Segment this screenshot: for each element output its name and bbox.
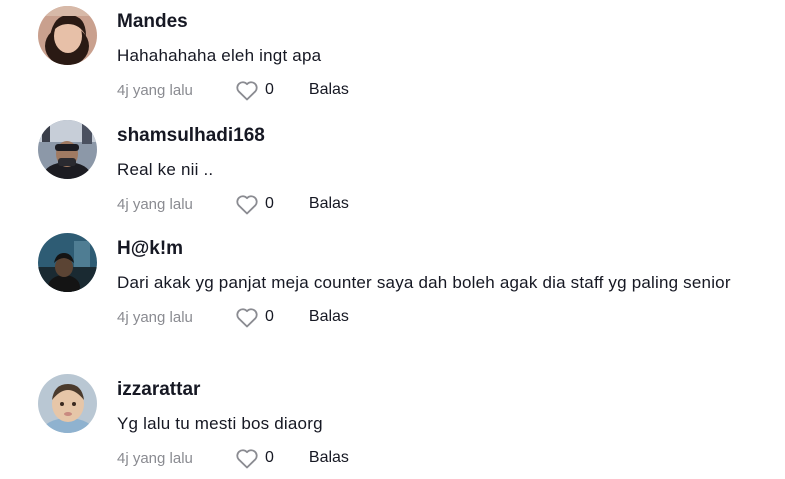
like-button[interactable]: 0: [235, 447, 274, 469]
like-count: 0: [265, 308, 274, 325]
avatar-image: [38, 233, 97, 292]
heart-icon[interactable]: [235, 306, 259, 328]
comment-username[interactable]: H@k!m: [117, 237, 767, 261]
avatar-image: [38, 374, 97, 433]
reply-button[interactable]: Balas: [309, 308, 349, 326]
like-button[interactable]: 0: [235, 193, 274, 215]
like-count: 0: [265, 195, 274, 212]
heart-icon[interactable]: [235, 79, 259, 101]
comment-text: Dari akak yg panjat meja counter saya da…: [117, 273, 731, 292]
avatar[interactable]: [38, 233, 97, 292]
comment-time: 4j yang lalu: [117, 195, 193, 213]
comment-meta: 4j yang lalu 0 Balas: [117, 444, 767, 472]
avatar[interactable]: [38, 374, 97, 433]
like-button[interactable]: 0: [235, 79, 274, 101]
avatar-image: [38, 120, 97, 179]
avatar[interactable]: [38, 6, 97, 65]
comment-meta: 4j yang lalu 0 Balas: [117, 190, 767, 218]
comment-time: 4j yang lalu: [117, 449, 193, 467]
comment-text: Hahahahaha eleh ingt apa: [117, 46, 322, 65]
avatar[interactable]: [38, 120, 97, 179]
like-count: 0: [265, 449, 274, 466]
reply-button[interactable]: Balas: [309, 449, 349, 467]
comment-username[interactable]: shamsulhadi168: [117, 124, 767, 148]
heart-icon[interactable]: [235, 193, 259, 215]
comment-username[interactable]: izzarattar: [117, 378, 767, 402]
comment-meta: 4j yang lalu 0 Balas: [117, 303, 767, 331]
comment-time: 4j yang lalu: [117, 81, 193, 99]
comment-text: Yg lalu tu mesti bos diaorg: [117, 414, 323, 433]
reply-button[interactable]: Balas: [309, 81, 349, 99]
comment-list: Mandes Hahahahaha eleh ingt apa 4j yang …: [0, 0, 785, 479]
avatar-image: [38, 6, 97, 65]
heart-icon[interactable]: [235, 447, 259, 469]
reply-button[interactable]: Balas: [309, 195, 349, 213]
like-button[interactable]: 0: [235, 306, 274, 328]
like-count: 0: [265, 81, 274, 98]
comment-time: 4j yang lalu: [117, 308, 193, 326]
comment-meta: 4j yang lalu 0 Balas: [117, 76, 767, 104]
comment-username[interactable]: Mandes: [117, 10, 767, 34]
comment-text: Real ke nii ..: [117, 160, 214, 179]
